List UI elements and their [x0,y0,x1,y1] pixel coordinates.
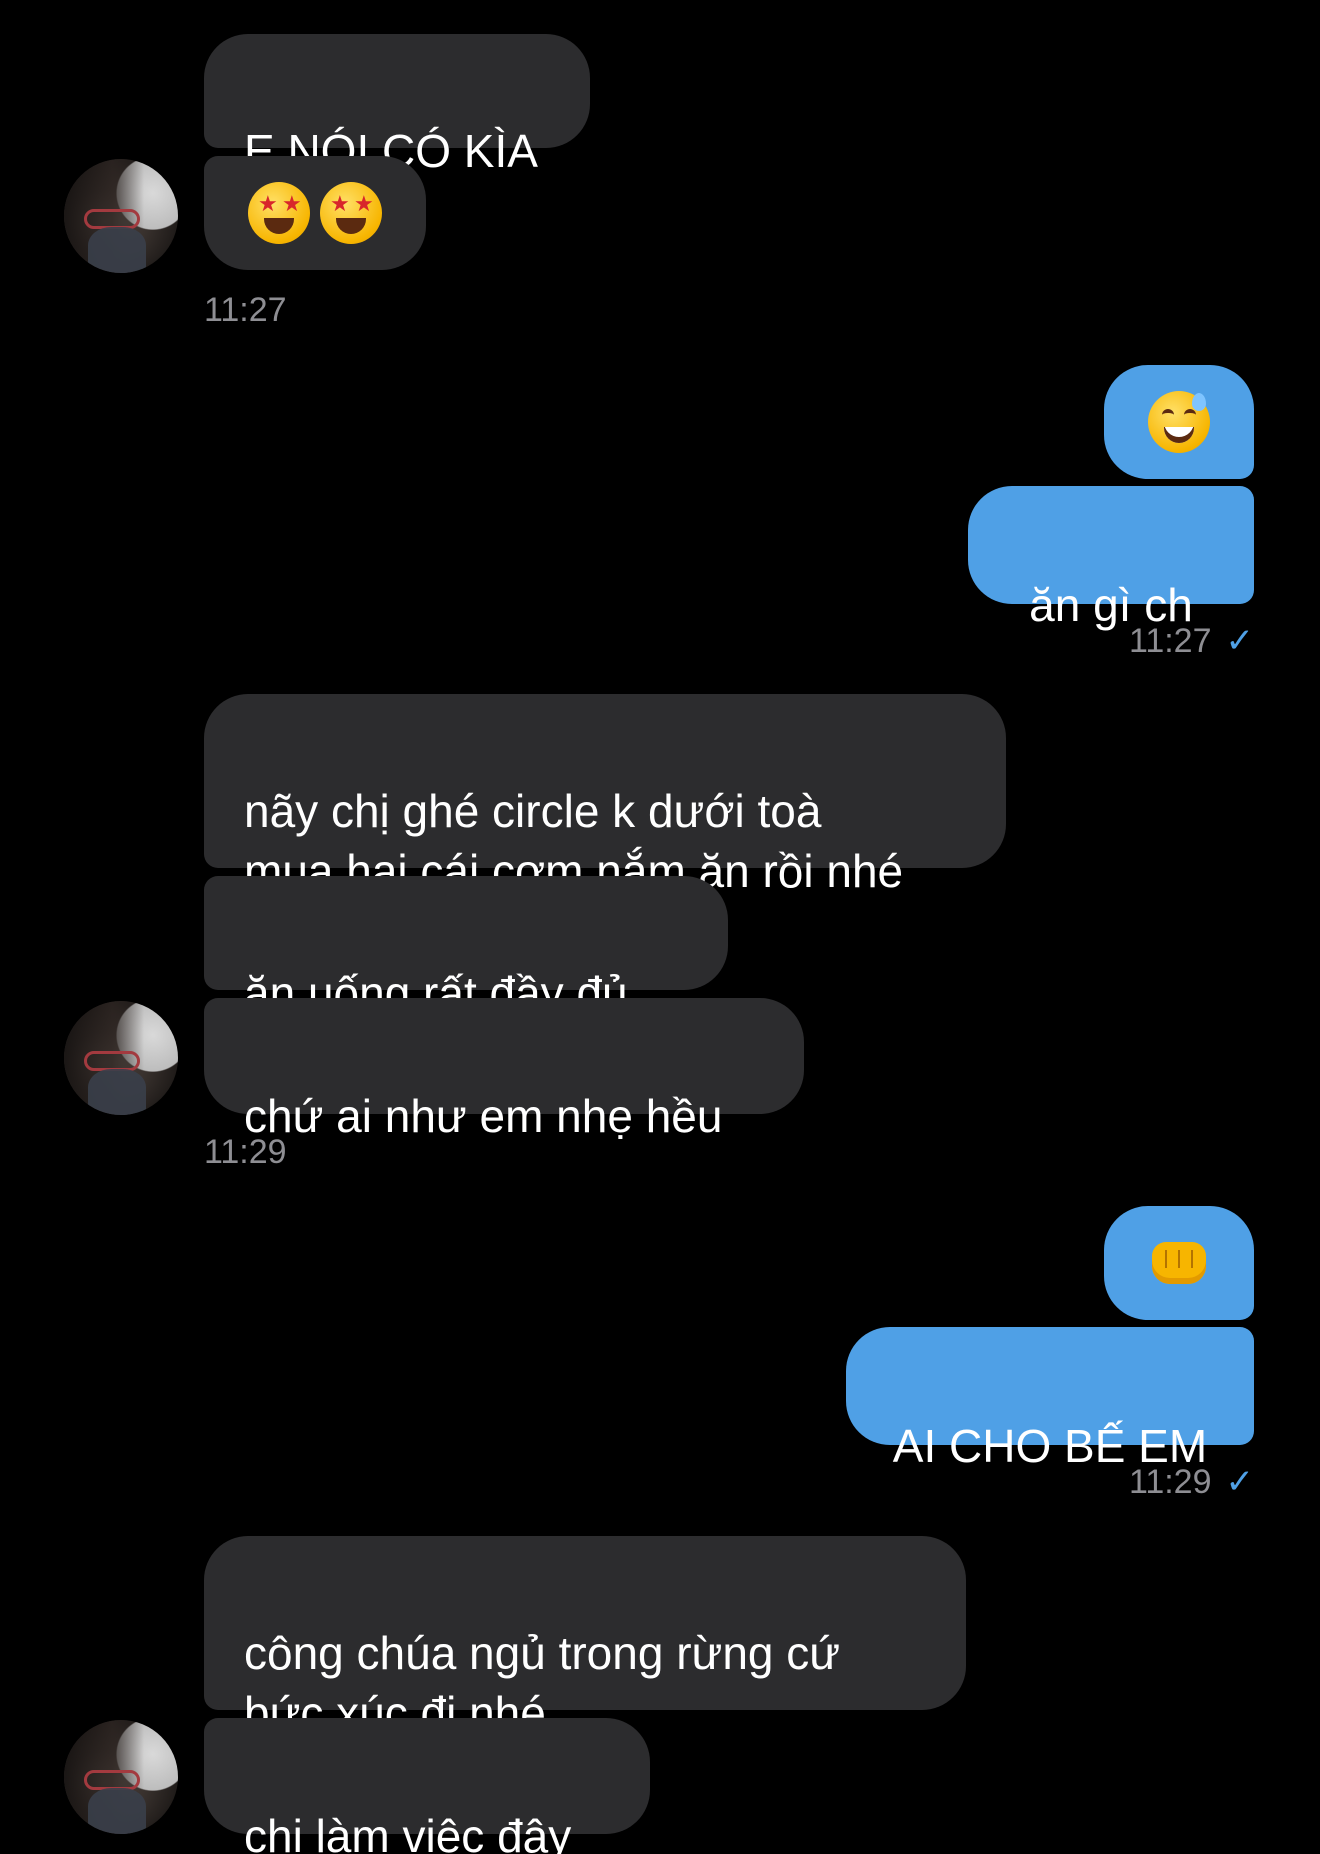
read-check-icon: ✓ [1225,621,1255,661]
contact-avatar[interactable] [64,159,178,273]
message-timestamp: 11:29 [204,1133,287,1171]
message-timestamp: 11:27 [1128,622,1212,660]
outgoing-emoji-bubble[interactable] [1104,365,1254,479]
incoming-message-bubble[interactable]: công chúa ngủ trong rừng cứ bức xúc đi n… [204,1536,966,1739]
incoming-emoji-bubble[interactable]: ★ ★ ★ ★ [204,156,426,270]
outgoing-emoji-bubble[interactable] [1104,1206,1254,1320]
outgoing-message-bubble[interactable]: ăn gì ch [968,486,1254,631]
message-text: chị làm việc đây [244,1810,572,1854]
grinning-sweat-face-icon [1148,391,1210,453]
message-status: 11:29 ✓ [1129,1462,1254,1502]
star-struck-face-icon: ★ ★ [248,182,310,244]
star-struck-face-icon: ★ ★ [320,182,382,244]
incoming-message-bubble[interactable]: nãy chị ghé circle k dưới toà mua hai cá… [204,694,1006,897]
chat-thread[interactable]: E NÓI CÓ KÌA ★ ★ ★ ★ 11:27 ăn gì ch 11:2… [0,0,1320,1854]
incoming-message-bubble[interactable]: ăn uống rất đầy đủ [204,876,728,1019]
incoming-message-bubble[interactable]: E NÓI CÓ KÌA [204,34,590,177]
outgoing-message-bubble[interactable]: AI CHO BẾ EM [846,1327,1254,1472]
message-text: chứ ai như em nhẹ hều [244,1090,723,1142]
message-timestamp: 11:29 [1128,1463,1212,1501]
read-check-icon: ✓ [1225,1462,1255,1502]
message-status: 11:27 ✓ [1129,621,1254,661]
oncoming-fist-icon [1148,1232,1210,1294]
contact-avatar[interactable] [64,1001,178,1115]
incoming-message-bubble[interactable]: chứ ai như em nhẹ hều [204,998,804,1142]
message-timestamp: 11:27 [204,291,287,329]
contact-avatar[interactable] [64,1720,178,1834]
incoming-message-bubble[interactable]: chị làm việc đây [204,1718,650,1854]
